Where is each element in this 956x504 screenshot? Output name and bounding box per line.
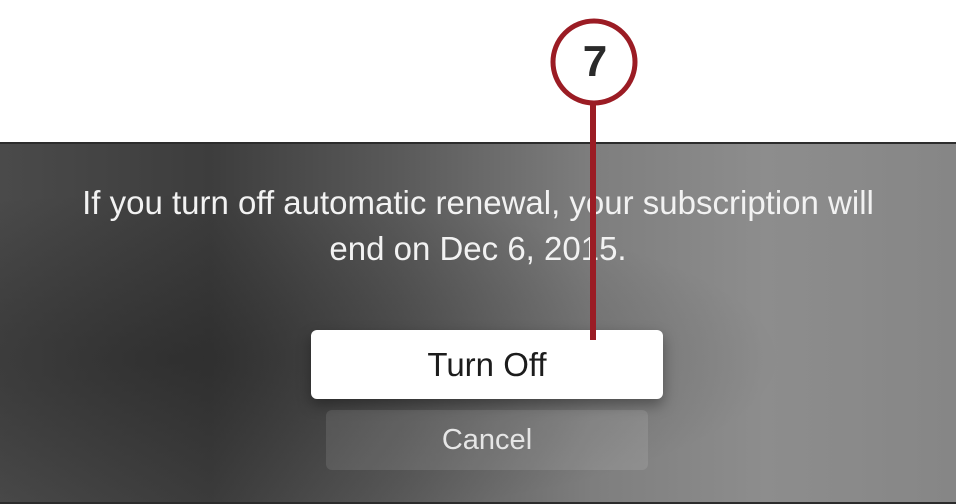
dialog-message: If you turn off automatic renewal, your … xyxy=(0,180,956,272)
turn-off-button[interactable]: Turn Off xyxy=(311,330,663,399)
cancel-button[interactable]: Cancel xyxy=(326,410,648,470)
message-line-1: If you turn off automatic renewal, your … xyxy=(82,184,874,221)
stage: If you turn off automatic renewal, your … xyxy=(0,0,956,504)
message-line-2: end on Dec 6, 2015. xyxy=(329,230,627,267)
dialog-screen: If you turn off automatic renewal, your … xyxy=(0,142,956,504)
callout-step-number: 7 xyxy=(582,37,608,86)
